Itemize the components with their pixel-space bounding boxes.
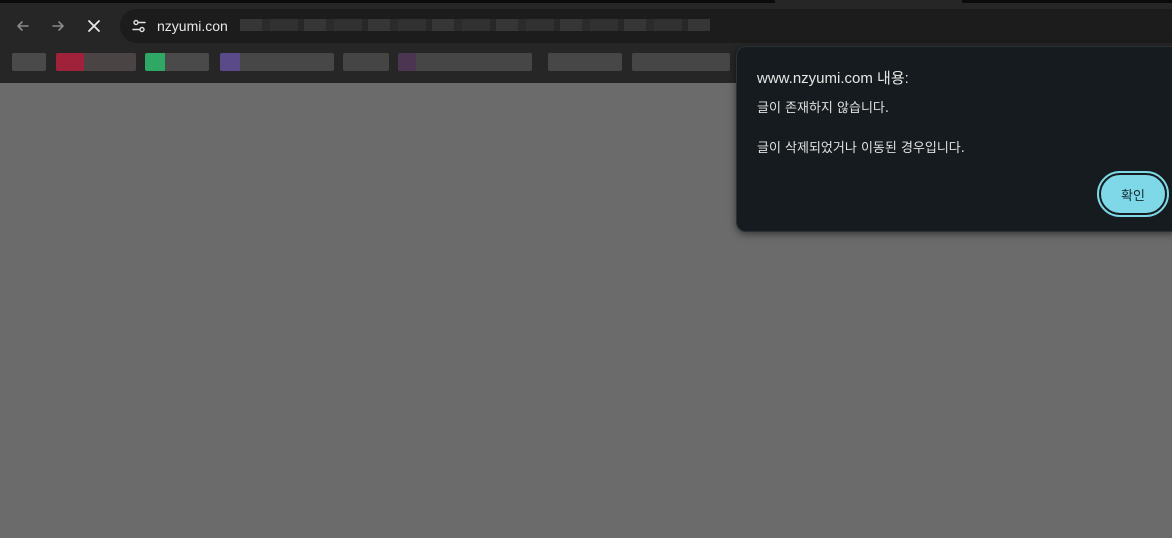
bookmark-item[interactable]	[632, 53, 730, 71]
url-redacted	[240, 19, 710, 31]
address-bar[interactable]: nzyumi.con	[120, 9, 1172, 43]
dialog-message-line1: 글이 존재하지 않습니다.	[757, 101, 889, 116]
toolbar: nzyumi.con	[0, 7, 1172, 45]
stop-loading-button[interactable]	[79, 11, 109, 41]
dialog-message-line2: 글이 삭제되었거나 이동된 경우입니다.	[757, 141, 965, 156]
tune-icon	[132, 19, 146, 33]
dialog-title: www.nzyumi.com 내용:	[757, 70, 909, 87]
arrow-left-icon	[17, 21, 29, 31]
bookmark-item[interactable]	[343, 53, 389, 71]
bookmark-item[interactable]	[220, 53, 334, 71]
arrow-right-icon	[52, 21, 64, 31]
bookmark-item[interactable]	[398, 53, 532, 71]
bookmark-item[interactable]	[12, 53, 46, 71]
back-button[interactable]	[8, 11, 38, 41]
tab-strip-left	[0, 0, 775, 3]
ok-button[interactable]: 확인	[1097, 171, 1169, 217]
alert-dialog: www.nzyumi.com 내용: 글이 존재하지 않습니다. 글이 삭제되었…	[736, 46, 1172, 232]
url-text: nzyumi.con	[157, 18, 228, 34]
bookmark-item[interactable]	[548, 53, 622, 71]
bookmark-item[interactable]	[56, 53, 136, 71]
site-info-button[interactable]	[126, 13, 152, 39]
tab-strip-right	[962, 0, 1172, 3]
bookmark-item[interactable]	[145, 53, 209, 71]
forward-button[interactable]	[43, 11, 73, 41]
close-icon	[88, 20, 100, 32]
